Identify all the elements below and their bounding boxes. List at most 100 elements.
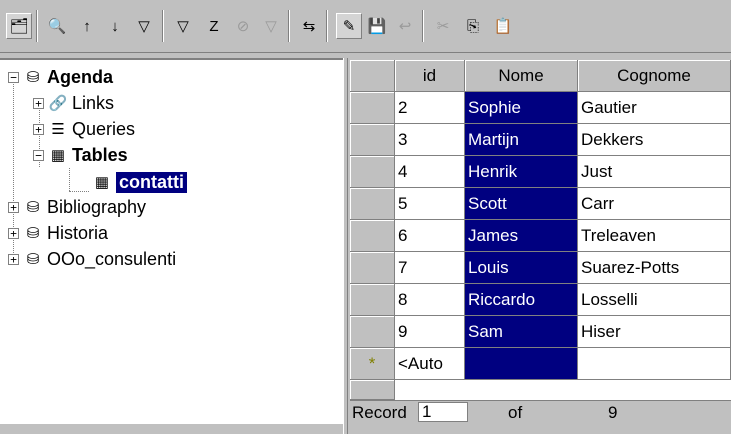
collapse-icon[interactable]: − — [33, 149, 44, 161]
table-row[interactable]: 3 Martijn Dekkers — [350, 124, 731, 156]
id-cell[interactable]: 2 — [395, 92, 465, 124]
id-cell[interactable]: 5 — [395, 188, 465, 220]
corner-cell[interactable] — [350, 60, 395, 92]
tree-node-bibliography[interactable]: + ⛁ Bibliography — [8, 194, 146, 220]
save-record-icon[interactable]: 💾 — [364, 13, 390, 39]
tree-node-contatti[interactable]: ▦ contatti — [92, 169, 187, 195]
row-header[interactable] — [350, 284, 395, 316]
copy-icon[interactable]: ⎘ — [460, 13, 486, 39]
tree-node-ooo-consulenti[interactable]: + ⛁ OOo_consulenti — [8, 246, 176, 272]
table-row[interactable]: 5 Scott Carr — [350, 188, 731, 220]
nome-cell[interactable]: Sophie — [465, 92, 578, 124]
find-record-icon[interactable]: 🔍 — [44, 13, 70, 39]
cognome-cell[interactable]: Treleaven — [578, 220, 731, 252]
tree-node-queries[interactable]: + ☰ Queries — [33, 116, 135, 142]
nome-cell[interactable]: Martijn — [465, 124, 578, 156]
tree-node-agenda[interactable]: − ⛁ Agenda — [8, 64, 113, 90]
new-record-row[interactable]: * <Auto — [350, 348, 731, 380]
tree-line — [69, 191, 89, 192]
record-total: 9 — [608, 403, 618, 422]
toolbar-separator — [326, 10, 328, 42]
paste-icon[interactable]: 📋 — [490, 13, 516, 39]
collapse-icon[interactable]: − — [8, 71, 19, 83]
toolbar-separator — [36, 10, 38, 42]
database-icon: ⛁ — [26, 225, 40, 242]
pane-splitter[interactable] — [343, 58, 348, 434]
autofilter-icon[interactable]: ▽ — [131, 13, 157, 39]
expand-icon[interactable]: + — [33, 123, 44, 135]
nome-cell[interactable]: James — [465, 220, 578, 252]
tree-line — [69, 168, 70, 191]
nome-cell[interactable]: Louis — [465, 252, 578, 284]
nome-cell[interactable]: Riccardo — [465, 284, 578, 316]
new-row-marker[interactable]: * — [350, 348, 395, 380]
new-row-nome-cell[interactable] — [465, 348, 578, 380]
datasource-tree: − ⛁ Agenda + 🔗 Links + ☰ Queries − ▦ Tab… — [0, 58, 343, 424]
cut-icon[interactable]: ✂ — [430, 13, 456, 39]
queries-icon: ☰ — [51, 121, 65, 138]
explorer-toggle-icon[interactable]: 🗂 — [6, 13, 32, 39]
tree-node-historia[interactable]: + ⛁ Historia — [8, 220, 108, 246]
table-row[interactable]: 2 Sophie Gautier — [350, 92, 731, 124]
status-strip — [0, 424, 343, 434]
column-header-cognome[interactable]: Cognome — [578, 60, 731, 92]
database-icon: ⛁ — [26, 199, 40, 216]
row-header[interactable] — [350, 316, 395, 348]
toolbar-separator — [162, 10, 164, 42]
expand-icon[interactable]: + — [8, 253, 19, 265]
sort-descending-icon[interactable]: ↓ — [102, 13, 128, 39]
links-icon: 🔗 — [48, 95, 68, 112]
id-cell[interactable]: 6 — [395, 220, 465, 252]
undo-record-icon[interactable]: ↩ — [392, 13, 418, 39]
table-row[interactable]: 4 Henrik Just — [350, 156, 731, 188]
nome-cell[interactable]: Henrik — [465, 156, 578, 188]
id-cell[interactable]: 8 — [395, 284, 465, 316]
cognome-cell[interactable]: Dekkers — [578, 124, 731, 156]
grid-header-row: id Nome Cognome — [350, 60, 731, 92]
table-row[interactable]: 6 James Treleaven — [350, 220, 731, 252]
cognome-cell[interactable]: Hiser — [578, 316, 731, 348]
expand-icon[interactable]: + — [8, 227, 19, 239]
row-header[interactable] — [350, 188, 395, 220]
id-cell[interactable]: 4 — [395, 156, 465, 188]
tables-icon: ▦ — [50, 147, 66, 164]
apply-filter-icon[interactable]: ▽ — [258, 13, 284, 39]
new-row-id-cell[interactable]: <Auto — [395, 348, 465, 380]
record-number-field[interactable]: 1 — [418, 402, 468, 422]
nome-cell[interactable]: Sam — [465, 316, 578, 348]
of-label: of — [508, 403, 523, 422]
id-cell[interactable]: 3 — [395, 124, 465, 156]
tree-node-tables[interactable]: − ▦ Tables — [33, 142, 128, 168]
row-header[interactable] — [350, 220, 395, 252]
sort-icon[interactable]: Z — [201, 13, 227, 39]
id-cell[interactable]: 7 — [395, 252, 465, 284]
table-row[interactable]: 7 Louis Suarez-Potts — [350, 252, 731, 284]
nome-cell[interactable]: Scott — [465, 188, 578, 220]
new-row-cognome-cell[interactable] — [578, 348, 731, 380]
edit-data-icon[interactable]: ✎ — [336, 13, 362, 39]
expand-icon[interactable]: + — [33, 97, 44, 109]
cognome-cell[interactable]: Losselli — [578, 284, 731, 316]
expand-icon[interactable]: + — [8, 201, 19, 213]
row-header — [350, 380, 395, 400]
table-row[interactable]: 9 Sam Hiser — [350, 316, 731, 348]
tree-node-links[interactable]: + 🔗 Links — [33, 90, 114, 116]
cognome-cell[interactable]: Gautier — [578, 92, 731, 124]
standard-filter-icon[interactable]: ▽ — [170, 13, 196, 39]
record-label: Record — [352, 403, 407, 422]
data-to-text-icon[interactable]: ⇆ — [296, 13, 322, 39]
cognome-cell[interactable]: Suarez-Potts — [578, 252, 731, 284]
remove-filter-icon[interactable]: ⊘ — [230, 13, 256, 39]
toolbar-separator — [288, 10, 290, 42]
sort-ascending-icon[interactable]: ↑ — [74, 13, 100, 39]
id-cell[interactable]: 9 — [395, 316, 465, 348]
row-header[interactable] — [350, 124, 395, 156]
row-header[interactable] — [350, 252, 395, 284]
cognome-cell[interactable]: Just — [578, 156, 731, 188]
column-header-id[interactable]: id — [395, 60, 465, 92]
cognome-cell[interactable]: Carr — [578, 188, 731, 220]
row-header[interactable] — [350, 92, 395, 124]
table-row[interactable]: 8 Riccardo Losselli — [350, 284, 731, 316]
row-header[interactable] — [350, 156, 395, 188]
column-header-nome[interactable]: Nome — [465, 60, 578, 92]
